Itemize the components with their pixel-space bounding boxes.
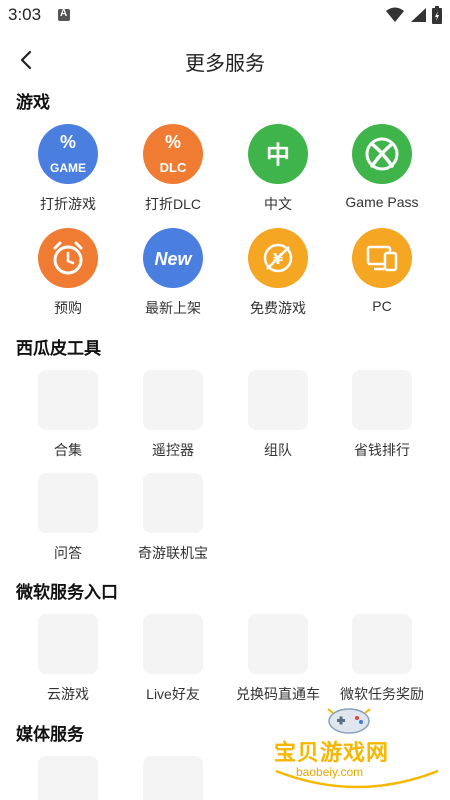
section-title-games: 游戏	[16, 93, 50, 112]
item-label: 打折游戏	[40, 196, 96, 212]
service-discount-dlc[interactable]: % DLC 打折DLC	[121, 124, 225, 214]
section-title-media: 媒体服务	[16, 725, 84, 744]
status-bar: 3:03	[0, 0, 450, 32]
page-title: 更多服务	[185, 53, 265, 75]
cloud-gaming-icon	[38, 614, 98, 674]
media-item-icon	[38, 756, 98, 800]
ms-rewards[interactable]: 微软任务奖励	[330, 614, 434, 704]
tool-team[interactable]: 组队	[226, 370, 330, 460]
tool-remote[interactable]: 遥控器	[121, 370, 225, 460]
svg-text:%: %	[60, 132, 76, 152]
pc-icon	[352, 228, 412, 288]
qa-icon	[38, 473, 98, 533]
service-chinese[interactable]: 中 中文	[226, 124, 330, 214]
ms-redeem-code[interactable]: 兑换码直通车	[226, 614, 330, 704]
rewards-icon	[352, 614, 412, 674]
service-discount-games[interactable]: % GAME 打折游戏	[16, 124, 120, 214]
savings-rank-icon	[352, 370, 412, 430]
svg-text:中: 中	[266, 141, 290, 169]
watermark-url: baobeiy.com	[296, 765, 364, 779]
item-label: 问答	[54, 545, 82, 561]
item-label: 组队	[264, 442, 292, 458]
watermark-text: 宝贝游戏网	[274, 741, 390, 766]
svg-text:New: New	[154, 249, 192, 269]
ms-cloud-gaming[interactable]: 云游戏	[16, 614, 120, 704]
tool-qa[interactable]: 问答	[16, 473, 120, 563]
tool-savings-rank[interactable]: 省钱排行	[330, 370, 434, 460]
header: 更多服务	[0, 40, 450, 80]
status-icons	[386, 6, 442, 24]
status-time: 3:03	[8, 5, 42, 24]
qiyou-icon	[143, 473, 203, 533]
ms-live-friends[interactable]: Live好友	[121, 614, 225, 704]
new-icon: New	[143, 228, 203, 288]
item-label: 最新上架	[145, 300, 201, 316]
svg-text:DLC: DLC	[160, 160, 187, 175]
item-label: PC	[372, 298, 392, 314]
media-item-icon	[143, 756, 203, 800]
team-icon	[248, 370, 308, 430]
battery-icon	[432, 6, 442, 24]
service-game-pass[interactable]: Game Pass	[330, 124, 434, 210]
xbox-icon	[352, 124, 412, 184]
item-label: 微软任务奖励	[340, 686, 424, 702]
item-label: 合集	[54, 442, 82, 458]
item-label: 中文	[264, 196, 292, 212]
service-free-games[interactable]: ¥ 免费游戏	[226, 228, 330, 318]
section-title-tools: 西瓜皮工具	[16, 339, 101, 358]
item-label: 云游戏	[47, 686, 89, 702]
notification-badge-icon	[58, 8, 70, 21]
section-title-microsoft: 微软服务入口	[16, 583, 118, 602]
item-label: Game Pass	[345, 194, 419, 210]
item-label: 兑换码直通车	[236, 686, 320, 702]
game-discount-icon: % GAME	[38, 124, 98, 184]
remote-icon	[143, 370, 203, 430]
item-label: 打折DLC	[144, 196, 201, 212]
chinese-icon: 中	[248, 124, 308, 184]
gamepad-icon	[327, 708, 371, 734]
service-preorder[interactable]: 预购	[16, 228, 120, 318]
free-game-icon: ¥	[248, 228, 308, 288]
svg-text:%: %	[165, 132, 181, 152]
live-friends-icon	[143, 614, 203, 674]
item-label: 免费游戏	[250, 300, 306, 316]
wifi-icon	[386, 7, 404, 22]
tool-qiyou[interactable]: 奇游联机宝	[121, 473, 225, 563]
item-label: 奇游联机宝	[138, 545, 208, 561]
watermark: 宝贝游戏网 baobeiy.com	[272, 705, 442, 795]
service-new-arrivals[interactable]: New 最新上架	[121, 228, 225, 318]
collection-icon	[38, 370, 98, 430]
media-item[interactable]	[16, 756, 120, 800]
tool-collection[interactable]: 合集	[16, 370, 120, 460]
dlc-discount-icon: % DLC	[143, 124, 203, 184]
svg-text:GAME: GAME	[50, 161, 86, 175]
signal-icon	[411, 8, 426, 22]
item-label: Live好友	[146, 686, 200, 702]
item-label: 遥控器	[152, 442, 194, 458]
service-pc[interactable]: PC	[330, 228, 434, 314]
media-item[interactable]	[121, 756, 225, 800]
item-label: 省钱排行	[354, 442, 410, 458]
redeem-code-icon	[248, 614, 308, 674]
alarm-clock-icon	[38, 228, 98, 288]
item-label: 预购	[54, 300, 82, 316]
